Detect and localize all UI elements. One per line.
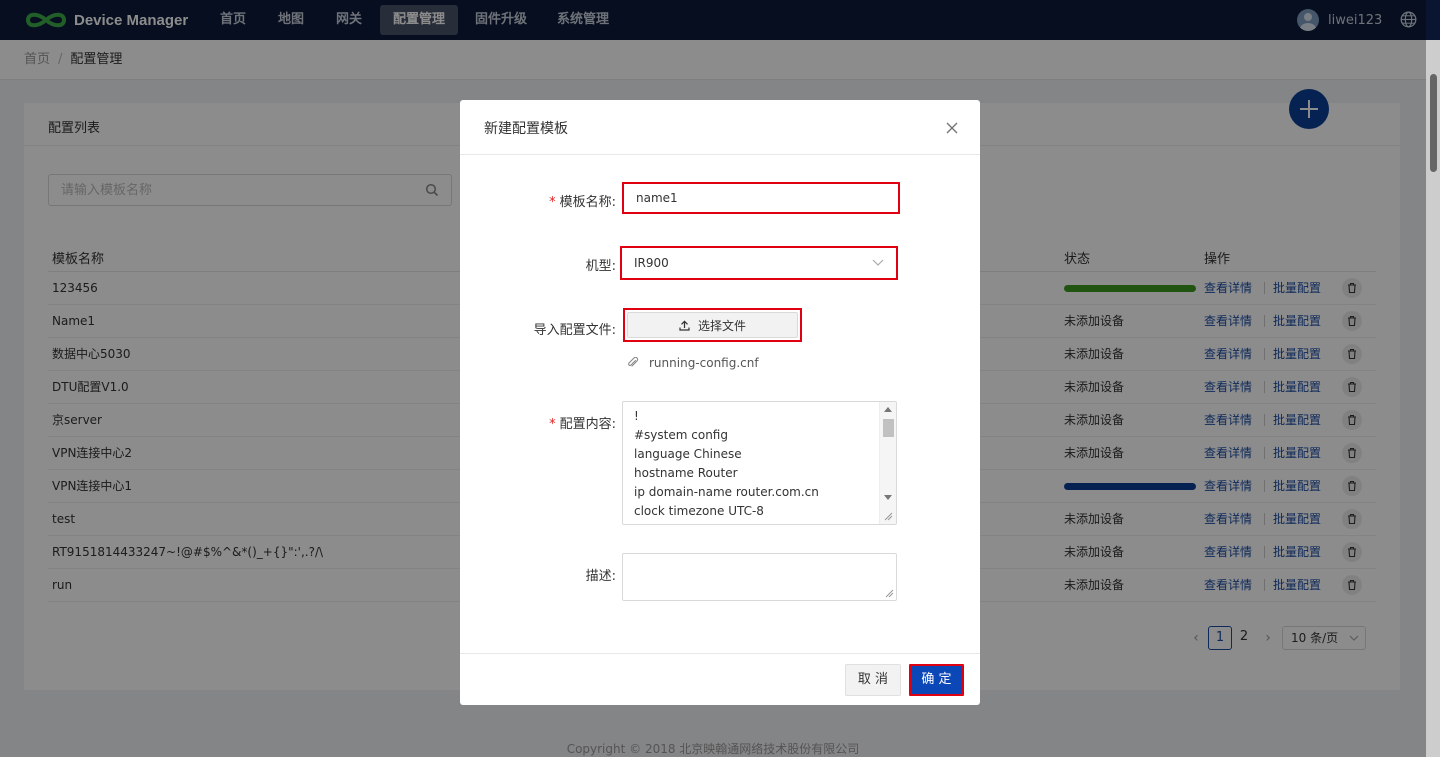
choose-file-label: 选择文件: [697, 319, 746, 333]
dialog-footer-divider: [460, 653, 980, 654]
config-content-label-text: 配置内容:: [559, 417, 616, 432]
config-line: #system config: [634, 428, 728, 442]
upload-icon: [679, 320, 690, 331]
model-label: 机型:: [585, 259, 616, 274]
description-label: 描述:: [585, 569, 616, 584]
resize-grip-icon[interactable]: [885, 589, 894, 598]
config-content-textarea[interactable]: ! #system config language Chinese hostna…: [622, 401, 897, 525]
backdrop-scrollbar-shade: [1426, 0, 1440, 757]
new-config-template-dialog: 新建配置模板 *模板名称: 机型: IR900 导入配置文件: 选择文件 run…: [460, 100, 980, 705]
close-icon[interactable]: [944, 120, 960, 136]
textarea-scroll-thumb[interactable]: [883, 419, 894, 437]
dialog-title: 新建配置模板: [484, 121, 568, 137]
confirm-button[interactable]: 确 定: [909, 664, 964, 696]
model-select-value: IR900: [634, 256, 669, 270]
template-name-label: * 模板名称:: [549, 191, 616, 210]
required-mark: *: [549, 195, 556, 210]
import-file-label: 导入配置文件:: [533, 323, 616, 338]
textarea-scrollbar[interactable]: [879, 402, 896, 524]
model-select[interactable]: IR900: [624, 250, 894, 276]
config-content-text: ! #system config language Chinese hostna…: [634, 407, 819, 521]
resize-grip-icon[interactable]: [884, 512, 893, 521]
template-name-input[interactable]: [626, 186, 896, 210]
config-line: language Chinese: [634, 447, 742, 461]
template-name-label-text: 模板名称:: [559, 195, 616, 210]
config-content-label: * 配置内容:: [549, 413, 616, 432]
config-line: clock timezone UTC-8: [634, 504, 764, 518]
scroll-up-arrow[interactable]: [884, 407, 892, 412]
config-line: hostname Router: [634, 466, 738, 480]
choose-file-button[interactable]: 选择文件: [627, 312, 798, 338]
uploaded-file[interactable]: running-config.cnf: [627, 356, 759, 370]
cancel-button[interactable]: 取 消: [845, 664, 901, 696]
scroll-down-arrow[interactable]: [884, 495, 892, 500]
config-line: !: [634, 409, 639, 423]
dialog-header: 新建配置模板: [460, 100, 980, 155]
config-line: ip domain-name router.com.cn: [634, 485, 819, 499]
uploaded-file-name: running-config.cnf: [649, 356, 759, 370]
paperclip-icon: [628, 357, 639, 367]
description-textarea[interactable]: [622, 553, 897, 601]
required-mark: *: [549, 417, 556, 432]
chevron-down-icon: [872, 259, 884, 266]
